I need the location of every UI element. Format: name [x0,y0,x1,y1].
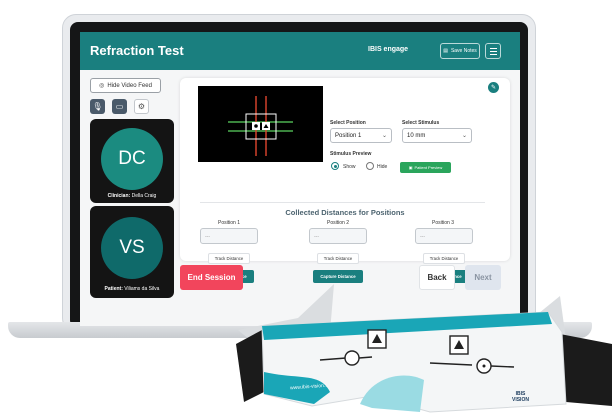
patient-role: Patient: [104,286,123,292]
app-header: Refraction Test IBIS engage ▤ Save Notes [80,32,520,70]
camera-off-icon: ▭ [115,102,124,111]
product-scene: Refraction Test IBIS engage ▤ Save Notes… [0,0,614,414]
end-session-button[interactable]: End Session [180,265,243,290]
position-1-distance-input[interactable]: --- [200,228,258,244]
clinician-avatar: DC [101,128,163,190]
position-3-distance-input[interactable]: --- [415,228,473,244]
stimulus-background [198,86,323,162]
show-radio[interactable] [331,162,339,170]
pencil-icon: ✎ [490,85,497,91]
left-target-circle [344,350,360,366]
patient-video-tile: VS Patient: Viliams da Silva [90,206,174,298]
glasses-url-text: www.ibis-vision... [289,382,329,392]
app-screen: Refraction Test IBIS engage ▤ Save Notes… [80,32,520,326]
patient-avatar: VS [101,217,163,279]
hamburger-icon-line [489,53,497,55]
glasses-right-lens [560,334,612,406]
back-button[interactable]: Back [419,265,455,290]
position-select[interactable]: Position 1 ⌄ [330,128,392,143]
save-notes-label: Save Notes [450,48,477,54]
microphone-button[interactable]: 🎙 [90,99,105,114]
position-select-value: Position 1 [335,132,362,139]
collected-distances-title: Collected Distances for Positions [285,208,405,217]
position-label: Position 3 [432,220,454,226]
left-target-line [319,357,347,361]
hide-radio[interactable] [366,162,374,170]
chevron-down-icon: ⌄ [381,133,387,139]
right-target-box [449,335,469,355]
hide-video-feed-label: Hide Video Feed [107,82,152,89]
position-label: Position 2 [327,220,349,226]
section-divider [200,202,485,203]
select-position-label: Select Position [330,120,366,126]
hide-radio-label: Hide [377,164,388,170]
page-title: Refraction Test [90,43,184,58]
right-target-circle [476,358,492,374]
patient-caption: Patient: Viliams da Silva [90,286,174,292]
capture-distance-button[interactable]: Capture Distance [313,270,363,283]
stimulus-select-value: 10 mm [407,132,426,139]
menu-button[interactable] [485,43,501,59]
brand-logo: IBIS engage [368,46,409,53]
patient-name: Viliams da Silva [124,286,160,292]
patient-preview-button[interactable]: ▣ Patient Preview [400,162,451,173]
position-label: Position 1 [218,220,240,226]
track-distance-button[interactable]: Track Distance [423,253,465,264]
clinician-caption: Clinician: Della Craig [90,193,174,199]
right-target-triangle [454,340,464,349]
chevron-down-icon: ⌄ [461,133,467,139]
clinician-name: Della Craig [131,193,157,199]
left-target-line [358,356,373,359]
microphone-icon: 🎙 [92,102,103,111]
stimulus-select[interactable]: 10 mm ⌄ [402,128,472,143]
show-radio-label: Show [343,164,356,170]
track-distance-button[interactable]: Track Distance [208,253,250,264]
glasses-left-lens [236,330,264,402]
right-target-line [429,362,473,366]
hamburger-icon-line [489,47,497,49]
camera-toggle-button[interactable]: ▭ [112,99,127,114]
stimulus-preview-canvas [198,86,323,162]
eye-off-icon: ◎ [99,83,105,89]
right-target-line [490,365,515,368]
hide-video-feed-button[interactable]: ◎ Hide Video Feed [90,78,161,93]
test-panel: ✎ Select Position Position 1 ⌄ Select St… [180,78,510,283]
clinician-role: Clinician: [107,193,131,199]
stimulus-preview-label: Stimulus Preview [330,151,372,157]
monitor-icon: ▣ [408,165,413,170]
ibis-vision-logo: IBIS VISION [512,391,529,403]
next-button[interactable]: Next [465,265,501,290]
save-notes-button[interactable]: ▤ Save Notes [440,43,480,59]
edit-button[interactable]: ✎ [488,82,499,93]
select-stimulus-label: Select Stimulus [402,120,440,126]
clinician-video-tile: DC Clinician: Della Craig [90,119,174,203]
hamburger-icon-line [489,50,497,52]
track-distance-button[interactable]: Track Distance [317,253,359,264]
notes-icon: ▤ [443,48,448,54]
stimulus-dot [254,124,258,128]
glasses-nose-swoosh [360,375,424,412]
video-settings-button[interactable]: ⚙ [134,99,149,114]
brand-line-2: VISION [512,397,529,403]
settings-icon: ⚙ [137,102,146,111]
patient-preview-label: Patient Preview [414,165,443,170]
position-2-distance-input[interactable]: --- [309,228,367,244]
right-target-dot [482,364,486,368]
